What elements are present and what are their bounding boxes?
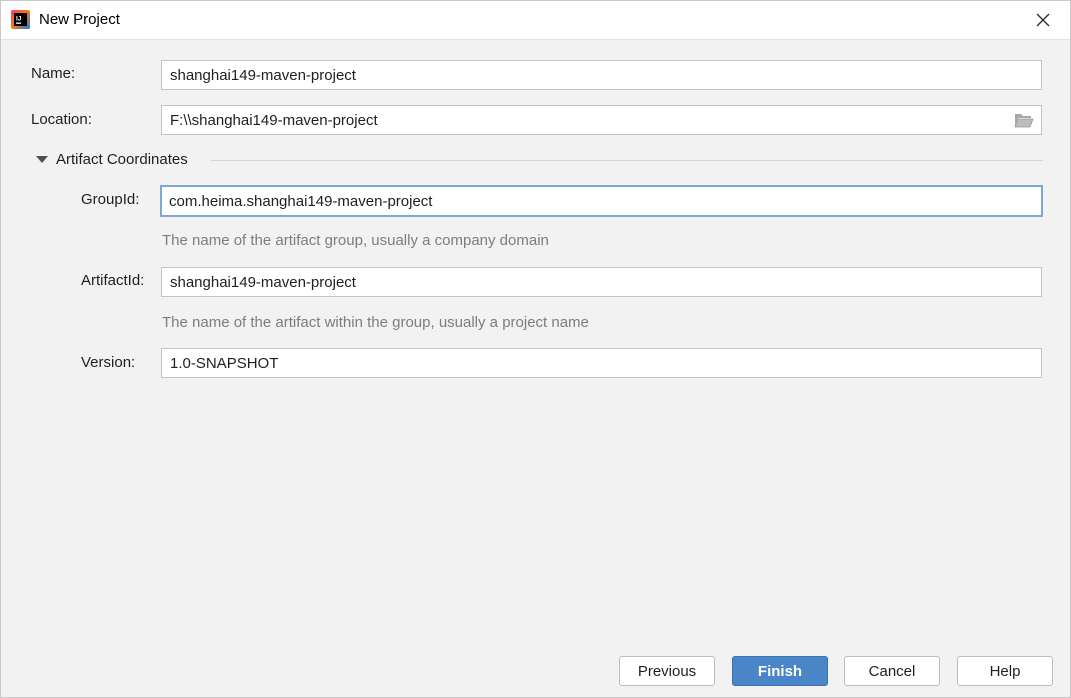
location-input[interactable]: [161, 105, 1042, 135]
group-id-hint: The name of the artifact group, usually …: [162, 232, 549, 249]
finish-button[interactable]: Finish: [732, 656, 828, 686]
close-icon[interactable]: [1032, 9, 1054, 31]
artifact-id-hint: The name of the artifact within the grou…: [162, 314, 589, 331]
intellij-idea-icon: IJ: [11, 10, 30, 29]
svg-text:IJ: IJ: [16, 16, 22, 23]
version-label: Version:: [81, 354, 136, 371]
new-project-dialog: IJ New Project Name: Location: Artifact …: [0, 0, 1071, 698]
location-label: Location:: [31, 111, 92, 128]
window-title: New Project: [39, 11, 120, 28]
name-label: Name:: [31, 65, 76, 82]
folder-icon[interactable]: [1014, 112, 1034, 128]
artifact-id-label: ArtifactId:: [81, 272, 145, 289]
group-id-label: GroupId:: [81, 191, 140, 208]
name-input[interactable]: [161, 60, 1042, 90]
version-input[interactable]: [161, 348, 1042, 378]
group-id-input[interactable]: [160, 185, 1043, 217]
artifact-coordinates-section: Artifact Coordinates: [33, 150, 1043, 170]
help-button[interactable]: Help: [957, 656, 1053, 686]
previous-button[interactable]: Previous: [619, 656, 715, 686]
triangle-down-icon[interactable]: [36, 156, 48, 163]
cancel-button[interactable]: Cancel: [844, 656, 940, 686]
title-bar: IJ New Project: [1, 1, 1070, 40]
section-title[interactable]: Artifact Coordinates: [56, 151, 188, 168]
section-divider: [211, 160, 1043, 161]
artifact-id-input[interactable]: [161, 267, 1042, 297]
